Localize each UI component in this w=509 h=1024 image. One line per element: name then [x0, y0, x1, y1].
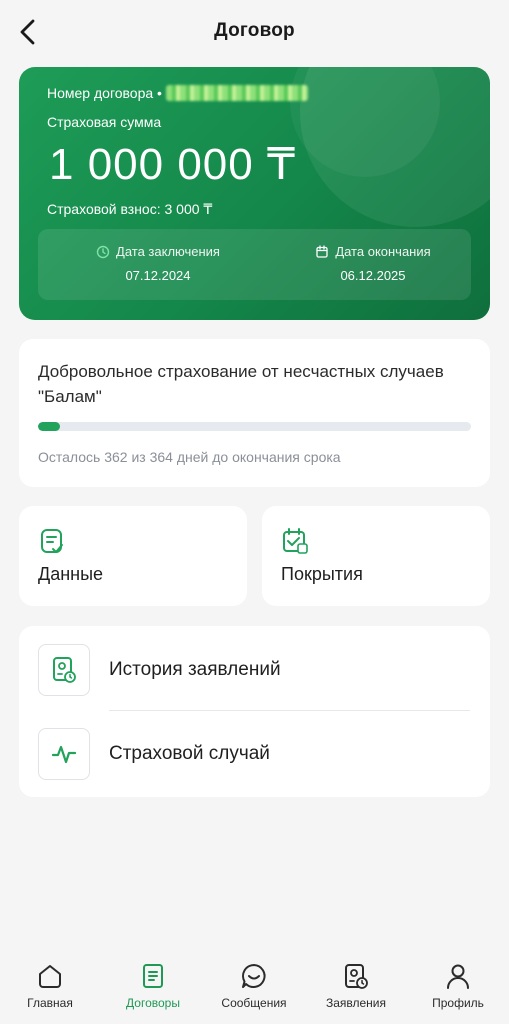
document-clock-icon: [345, 964, 368, 989]
pulse-icon: [51, 745, 77, 764]
calendar-check-icon: [283, 528, 308, 554]
insurance-case-label: Страховой случай: [109, 743, 270, 764]
end-date-value: 06.12.2025: [340, 268, 406, 283]
nav-profile[interactable]: Профиль: [413, 962, 503, 1010]
page-title: Договор: [214, 20, 295, 41]
product-card: Добровольное страхование от несчастных с…: [19, 339, 490, 487]
nav-contracts-label: Договоры: [126, 996, 180, 1010]
user-icon: [447, 964, 469, 989]
end-date-block: Дата окончания 06.12.2025: [303, 244, 443, 283]
home-icon: [39, 965, 61, 988]
nav-messages[interactable]: Сообщения: [209, 962, 299, 1010]
list-item-application-history[interactable]: История заявлений: [19, 626, 490, 708]
data-tile-label: Данные: [38, 564, 104, 584]
nav-applications-label: Заявления: [325, 996, 387, 1010]
start-date-value: 07.12.2024: [125, 268, 191, 283]
clock-icon: [96, 245, 110, 259]
actions-list-card: История заявлений Страховой случай: [19, 626, 490, 797]
icon-box: [38, 728, 90, 780]
chevron-left-icon: [20, 19, 35, 45]
calendar-icon: [315, 244, 329, 259]
back-button[interactable]: [12, 14, 44, 50]
nav-applications[interactable]: Заявления: [311, 962, 401, 1010]
term-progress-fill: [38, 422, 60, 431]
sum-value: 1 000 000 ₸: [49, 140, 296, 189]
nav-messages-label: Сообщения: [221, 996, 287, 1010]
premium-text: Страховой взнос: 3 000 ₸: [47, 201, 213, 217]
end-date-label: Дата окончания: [335, 244, 431, 259]
term-progress-bar: [38, 422, 471, 431]
document-check-icon: [41, 529, 63, 553]
sum-label: Страховая сумма: [47, 114, 162, 130]
application-history-label: История заявлений: [109, 659, 281, 680]
contract-number-label: Номер договора •: [47, 85, 162, 101]
data-tile[interactable]: Данные: [19, 506, 247, 606]
icon-box: [38, 644, 90, 696]
coverage-tile[interactable]: Покрытия: [262, 506, 490, 606]
contract-number-row: Номер договора •: [47, 85, 308, 101]
nav-profile-label: Профиль: [432, 996, 484, 1010]
coverage-tile-label: Покрытия: [281, 564, 363, 584]
document-icon: [143, 964, 163, 988]
remaining-days-text: Осталось 362 из 364 дней до окончания ср…: [38, 449, 341, 465]
start-date-block: Дата заключения 07.12.2024: [83, 244, 233, 283]
chat-icon: [242, 964, 266, 988]
bottom-nav: Главная Договоры Сообщения Заявления Про…: [0, 944, 509, 1024]
document-clock-icon: [53, 657, 76, 683]
product-title: Добровольное страхование от несчастных с…: [38, 362, 444, 406]
contract-card: Номер договора • Страховая сумма 1 000 0…: [19, 67, 490, 320]
list-item-insurance-case[interactable]: Страховой случай: [19, 710, 490, 792]
dates-box: Дата заключения 07.12.2024 Дата окончани…: [38, 229, 471, 300]
contract-number-redacted: [165, 85, 308, 101]
start-date-label: Дата заключения: [116, 244, 220, 259]
header: Договор: [0, 0, 509, 62]
nav-home[interactable]: Главная: [5, 962, 95, 1010]
nav-home-label: Главная: [27, 996, 73, 1010]
nav-contracts[interactable]: Договоры: [108, 962, 198, 1010]
